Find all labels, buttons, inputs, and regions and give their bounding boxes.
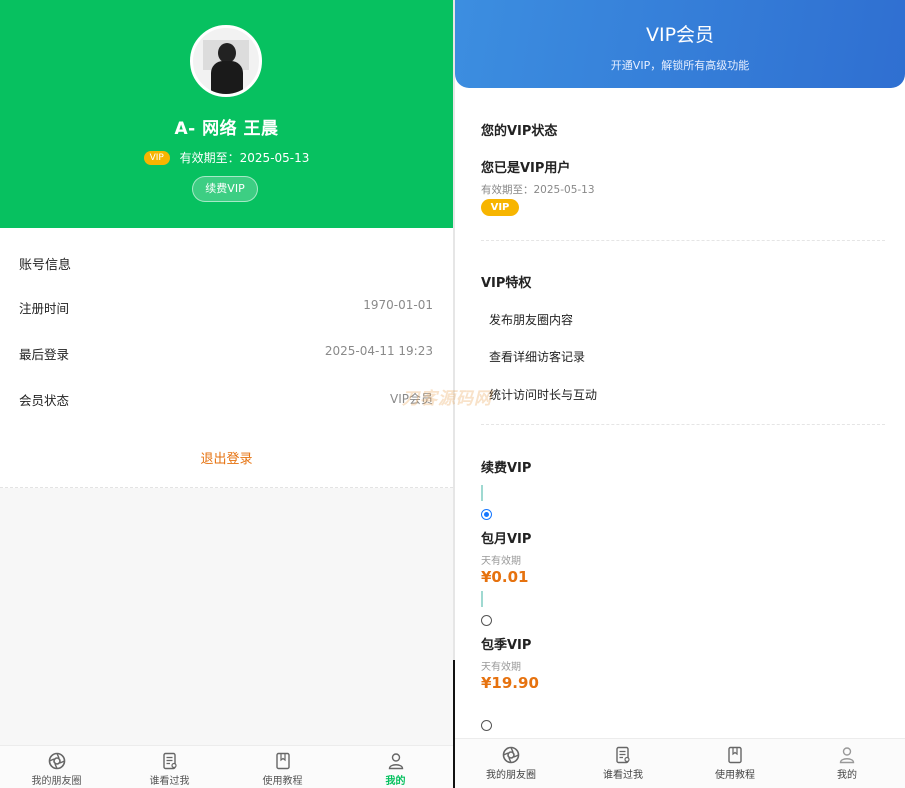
vip-row: VIP 有效期至：2025-05-13 xyxy=(0,149,453,166)
tab-label: 我的 xyxy=(385,776,406,787)
tab-label: 使用教程 xyxy=(262,776,303,787)
plan-desc: 天有效期 xyxy=(481,662,521,673)
document-eye-icon xyxy=(162,752,177,770)
profile-header: A- 网络 王晨 VIP 有效期至：2025-05-13 续费VIP xyxy=(0,0,453,228)
tab-tutorial[interactable]: 使用教程 xyxy=(679,739,791,788)
vip-expiry: 有效期至：2025-05-13 xyxy=(179,151,310,165)
user-name: A- 网络 王晨 xyxy=(174,119,279,139)
privilege-item: 发布朋友圈内容 xyxy=(489,313,574,327)
tab-label: 我的 xyxy=(837,770,857,781)
tab-visitors[interactable]: 谁看过我 xyxy=(113,746,226,788)
tab-tutorial[interactable]: 使用教程 xyxy=(226,746,339,788)
aperture-icon xyxy=(48,752,65,770)
plan-radio-monthly[interactable] xyxy=(481,509,492,520)
tab-mine[interactable]: 我的 xyxy=(791,739,903,788)
privilege-item: 统计访问时长与互动 xyxy=(489,388,598,402)
vip-badge: VIP xyxy=(143,150,170,165)
vip-page-subtitle: 开通VIP，解锁所有高级功能 xyxy=(610,59,750,72)
tab-moments[interactable]: 我的朋友圈 xyxy=(455,739,567,788)
tab-label: 使用教程 xyxy=(715,770,755,781)
renew-vip-button[interactable]: 续费VIP xyxy=(192,176,258,202)
document-eye-icon xyxy=(616,746,630,764)
info-value: 2025-04-11 19:23 xyxy=(324,344,433,358)
plan-desc: 天有效期 xyxy=(481,556,521,567)
vip-header: VIP会员 开通VIP，解锁所有高级功能 xyxy=(455,0,905,88)
vip-status-title: 您的VIP状态 xyxy=(481,124,558,139)
vip-status-badge: VIP xyxy=(481,199,519,216)
tab-moments[interactable]: 我的朋友圈 xyxy=(0,746,113,788)
tab-visitors[interactable]: 谁看过我 xyxy=(567,739,679,788)
tab-label: 谁看过我 xyxy=(149,776,190,787)
aperture-icon xyxy=(502,746,520,764)
info-row-last-login: 最后登录 2025-04-11 19:23 xyxy=(19,344,433,364)
vip-panel: VIP会员 开通VIP，解锁所有高级功能 您的VIP状态 您已是VIP用户 有效… xyxy=(455,0,905,788)
tab-bar: 我的朋友圈 谁看过我 使用教程 我的 xyxy=(455,738,905,788)
account-info-card: 账号信息 注册时间 1970-01-01 最后登录 2025-04-11 19:… xyxy=(0,228,453,488)
info-row-register: 注册时间 1970-01-01 xyxy=(19,298,433,318)
info-value: 1970-01-01 xyxy=(363,298,433,312)
plan-radio-quarterly[interactable] xyxy=(481,615,492,626)
vip-privileges-title: VIP特权 xyxy=(481,276,532,291)
tab-label: 我的朋友圈 xyxy=(31,776,82,787)
logout-button[interactable]: 退出登录 xyxy=(0,448,453,467)
user-icon xyxy=(839,747,855,764)
plan-price: ¥0.01 xyxy=(481,568,529,586)
plan-accent-bar xyxy=(481,485,483,501)
privilege-item: 查看详细访客记录 xyxy=(489,350,586,364)
account-info-title: 账号信息 xyxy=(19,258,72,273)
info-label: 最后登录 xyxy=(19,347,70,362)
book-icon xyxy=(275,752,290,770)
plan-name[interactable]: 包月VIP xyxy=(481,528,531,547)
avatar[interactable] xyxy=(190,25,262,97)
section-divider xyxy=(481,424,885,425)
info-label: 注册时间 xyxy=(19,301,70,316)
vip-status-expiry: 有效期至：2025-05-13 xyxy=(481,184,595,196)
vip-page-title: VIP会员 xyxy=(645,24,715,46)
book-icon xyxy=(728,746,742,764)
plan-price: ¥19.90 xyxy=(481,674,539,692)
avatar-head xyxy=(218,43,236,63)
tab-label: 谁看过我 xyxy=(603,770,643,781)
renew-vip-title: 续费VIP xyxy=(481,461,532,476)
info-row-member-status: 会员状态 VIP会员 xyxy=(19,390,433,410)
user-icon xyxy=(388,753,403,770)
plan-accent-bar xyxy=(481,591,483,607)
tab-label: 我的朋友圈 xyxy=(486,770,536,781)
section-divider xyxy=(481,240,885,241)
vip-status-text: 您已是VIP用户 xyxy=(481,161,571,176)
info-label: 会员状态 xyxy=(19,393,70,408)
profile-panel: A- 网络 王晨 VIP 有效期至：2025-05-13 续费VIP 账号信息 … xyxy=(0,0,453,788)
tab-mine[interactable]: 我的 xyxy=(339,746,452,788)
plan-name[interactable]: 包季VIP xyxy=(481,634,531,653)
plan-radio-next[interactable] xyxy=(481,720,492,731)
tab-bar: 我的朋友圈 谁看过我 使用教程 我的 xyxy=(0,745,453,788)
watermark: 刀客源码网 xyxy=(402,389,492,409)
avatar-body xyxy=(211,61,243,94)
